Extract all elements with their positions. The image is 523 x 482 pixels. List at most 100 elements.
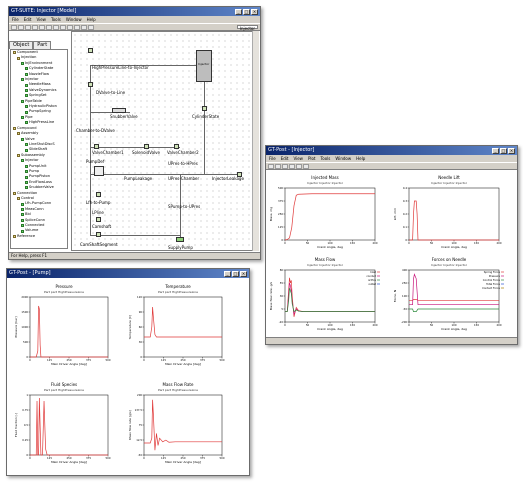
tab-part[interactable]: Part <box>33 41 52 49</box>
label-snubber: SnubberValve <box>110 114 138 119</box>
x-tick-label: 150 <box>474 241 479 245</box>
model-editor-window: GT-SUITE: Injector [Model] _ □ × File Ed… <box>8 6 261 260</box>
x-tick-label: 50 <box>430 323 434 327</box>
tab-object[interactable]: Object <box>9 41 34 49</box>
folder-icon <box>17 56 20 60</box>
link-icon[interactable] <box>74 25 80 30</box>
x-tick-label: 50 <box>306 241 310 245</box>
menu-help[interactable]: Help <box>87 17 96 22</box>
y-axis-label: Temperature [C] <box>128 315 132 340</box>
print-icon[interactable] <box>88 25 94 30</box>
part-combo[interactable]: Injector <box>236 25 258 31</box>
print-icon[interactable] <box>282 164 288 169</box>
title-bar: GT-Post - [Injector] _ □ × <box>266 146 517 155</box>
y-tick-label: 0.3 <box>403 199 407 203</box>
y-tick-label: 80 <box>280 268 284 272</box>
open-icon[interactable] <box>268 164 274 169</box>
zoom-out-icon[interactable] <box>296 164 302 169</box>
menu-edit[interactable]: Edit <box>24 17 32 22</box>
menu-window[interactable]: Window <box>335 156 351 161</box>
grid-icon[interactable] <box>81 25 87 30</box>
open-icon[interactable] <box>18 25 24 30</box>
node-dvalve[interactable] <box>88 82 93 87</box>
component-icon <box>21 213 24 217</box>
y-tick-label: 200 <box>137 393 142 397</box>
copy-icon[interactable] <box>39 25 45 30</box>
folder-icon <box>13 51 16 55</box>
node-solenoid[interactable] <box>144 144 149 149</box>
zoom-in-icon[interactable] <box>289 164 295 169</box>
close-button[interactable]: × <box>251 8 258 15</box>
menu-view[interactable]: View <box>36 17 46 22</box>
menu-tools[interactable]: Tools <box>51 17 61 22</box>
component-icon <box>21 202 24 206</box>
menu-window[interactable]: Window <box>66 17 82 22</box>
menu-tools[interactable]: Tools <box>321 156 331 161</box>
menu-file[interactable]: File <box>12 17 19 22</box>
close-button[interactable]: × <box>508 147 515 154</box>
component-icon <box>21 207 24 211</box>
legend-entry: Control Force <box>483 278 501 282</box>
plot-frame <box>408 187 500 241</box>
chart-title: Forces on Needle <box>432 257 467 262</box>
save-icon[interactable] <box>275 164 281 169</box>
chart-title: Pressure <box>55 284 73 289</box>
node-lfh[interactable] <box>96 192 101 197</box>
menu-edit[interactable]: Edit <box>281 156 289 161</box>
model-canvas[interactable]: Injector HighPressureLine-to-Injector DV… <box>71 31 253 251</box>
minimize-button[interactable]: _ <box>224 270 231 277</box>
canvas-scrollbar[interactable] <box>252 31 259 251</box>
paste-icon[interactable] <box>46 25 52 30</box>
maximize-button[interactable]: □ <box>500 147 507 154</box>
maximize-button[interactable]: □ <box>232 270 239 277</box>
menu-plot[interactable]: Plot <box>308 156 316 161</box>
cut-icon[interactable] <box>32 25 38 30</box>
minimize-button[interactable]: _ <box>235 8 242 15</box>
node-cylinder[interactable] <box>202 106 207 111</box>
node-lpline[interactable] <box>96 232 101 237</box>
maximize-button[interactable]: □ <box>243 8 250 15</box>
x-tick-label: 200 <box>497 323 502 327</box>
pipe-bottom <box>90 235 180 236</box>
title-bar: GT-SUITE: Injector [Model] _ □ × <box>9 7 260 16</box>
undo-icon[interactable] <box>53 25 59 30</box>
cursor-icon[interactable] <box>303 164 309 169</box>
x-tick-label: 50 <box>306 323 310 327</box>
title-bar: GT-Post - [Pump] _ □ × <box>7 269 249 278</box>
component-icon <box>21 78 24 82</box>
tree-item[interactable]: Reference <box>11 234 67 239</box>
y-tick-label: 12.5 <box>136 438 142 442</box>
save-icon[interactable] <box>25 25 31 30</box>
label-pump-leakage: PumpLeakage <box>124 176 153 181</box>
node-chamber2[interactable] <box>174 144 179 149</box>
component-icon <box>21 137 24 141</box>
component-icon <box>25 143 28 147</box>
injector-block[interactable] <box>196 50 212 82</box>
node-supply[interactable] <box>176 237 184 242</box>
menu-file[interactable]: File <box>269 156 276 161</box>
folder-icon <box>13 126 16 130</box>
node-cam[interactable] <box>96 217 101 222</box>
label-hp-line: HighPressureLine-to-Injector <box>92 65 149 70</box>
run-icon[interactable] <box>67 25 73 30</box>
menu-view[interactable]: View <box>293 156 303 161</box>
component-icon <box>21 229 24 233</box>
node-pump[interactable] <box>94 166 104 176</box>
legend-entry: Contact Force <box>482 286 500 290</box>
minimize-button[interactable]: _ <box>492 147 499 154</box>
node-chamber1[interactable] <box>94 144 99 149</box>
component-icon <box>25 89 28 93</box>
component-icon <box>25 164 28 168</box>
plot-frame <box>408 269 500 323</box>
component-icon <box>21 224 24 228</box>
zoom-icon[interactable] <box>60 25 66 30</box>
tree-item-label: Reference <box>17 233 36 238</box>
close-button[interactable]: × <box>240 270 247 277</box>
node-snubber[interactable] <box>112 108 126 113</box>
component-icon <box>25 180 28 184</box>
y-tick-label: 0.1 <box>403 225 407 229</box>
menu-help[interactable]: Help <box>356 156 365 161</box>
label-spump-upres: SPump-to-UPres <box>168 204 201 209</box>
node-inlet[interactable] <box>88 48 93 53</box>
new-icon[interactable] <box>11 25 17 30</box>
